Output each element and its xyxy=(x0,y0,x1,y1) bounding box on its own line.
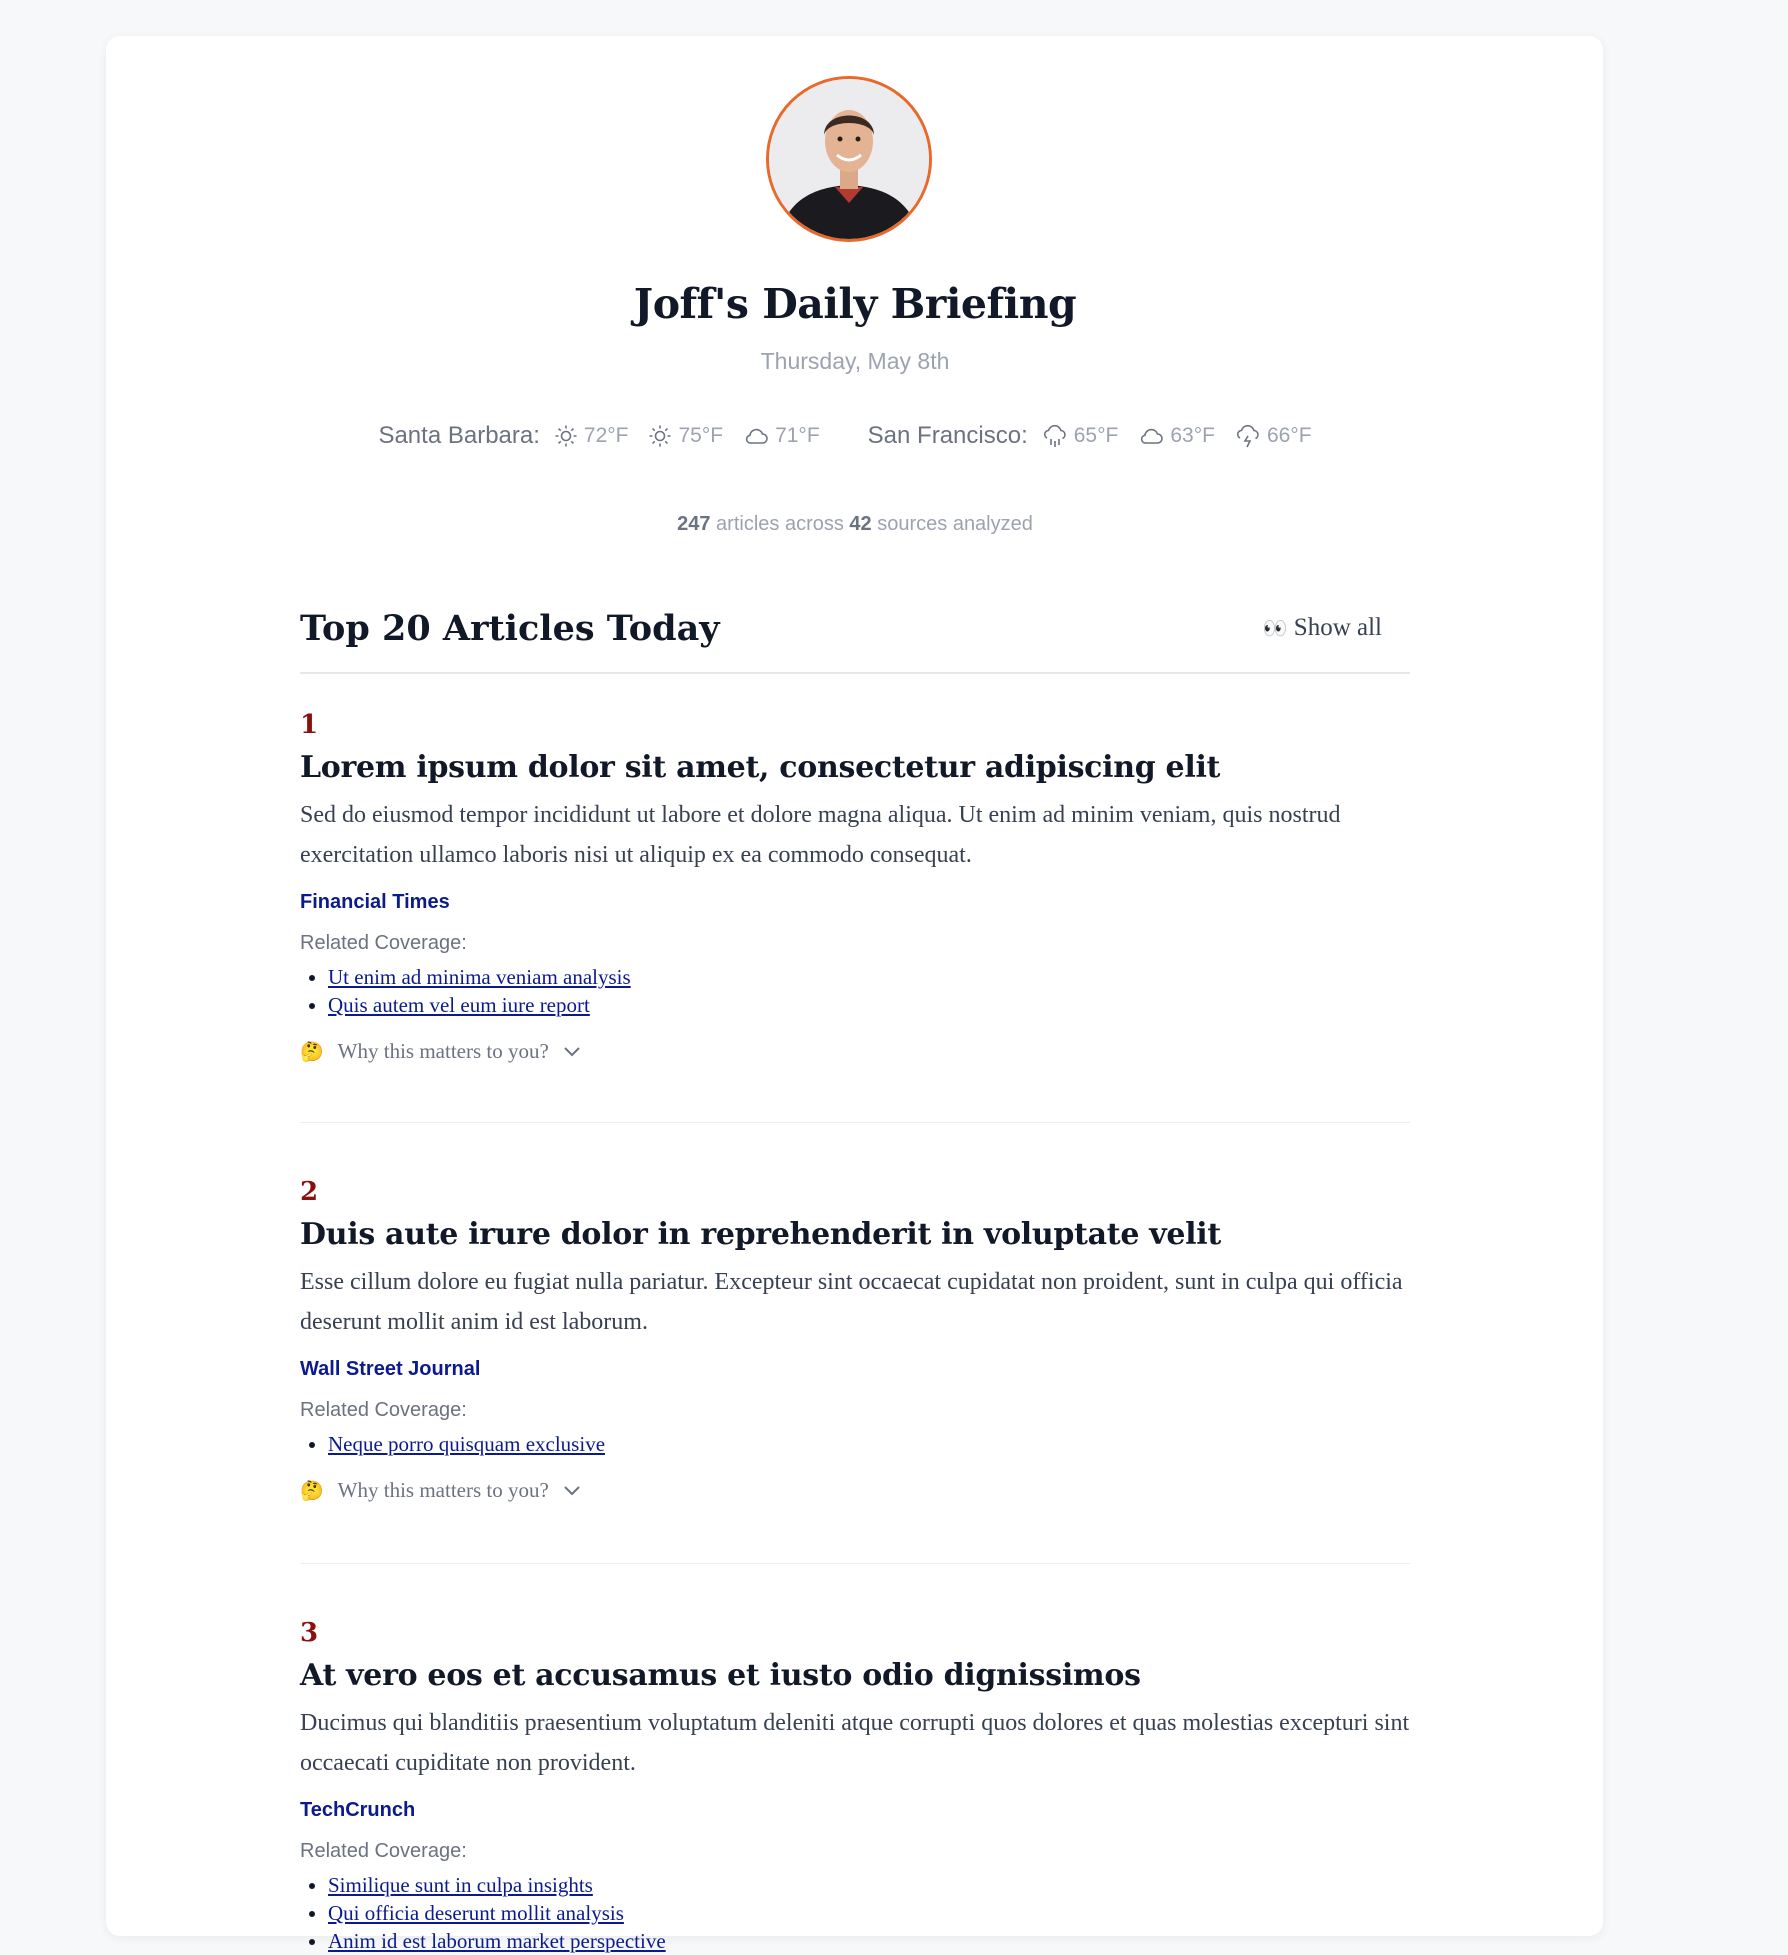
article-source-link[interactable]: TechCrunch xyxy=(300,1799,1410,1822)
related-coverage-label: Related Coverage: xyxy=(300,1840,467,1862)
related-coverage-list: Neque porro quisquam exclusive xyxy=(300,1430,1410,1458)
weather-temp: 71°F xyxy=(775,424,820,447)
chevron-down-icon xyxy=(564,1046,580,1056)
avatar xyxy=(766,76,932,242)
avatar-photo xyxy=(769,79,929,239)
page-title: Joff's Daily Briefing xyxy=(633,280,1077,328)
thinking-face-icon: 🤔 xyxy=(300,1041,324,1063)
article-source-link[interactable]: Wall Street Journal xyxy=(300,1358,1410,1381)
list-item: Quis autem vel eum iure report xyxy=(328,991,1410,1019)
show-all-label: Show all xyxy=(1293,614,1382,641)
weather-temp: 66°F xyxy=(1266,424,1312,447)
cloud-icon xyxy=(1141,428,1164,444)
related-coverage-label: Related Coverage: xyxy=(300,1399,467,1421)
weather-bar: Santa Barbara: 72°F 75°F 71°F San Franci xyxy=(300,422,1410,450)
weather-forecast: 66°F xyxy=(1235,423,1312,449)
sources-count: 42 xyxy=(849,513,872,535)
related-link[interactable]: Anim id est laborum market perspective xyxy=(328,1929,666,1953)
sun-icon xyxy=(649,425,671,447)
storm-cloud-icon xyxy=(1236,424,1259,448)
article-rank: 2 xyxy=(300,1177,319,1207)
list-item: Ut enim ad minima veniam analysis xyxy=(328,963,1410,991)
weather-forecast: 75°F xyxy=(648,424,723,448)
analysis-stats: 247 articles across 42 sources analyzed xyxy=(300,513,1410,536)
chevron-down-icon xyxy=(564,1485,580,1495)
why-matters-label: Why this matters to you? xyxy=(337,1478,549,1502)
related-coverage-list: Similique sunt in culpa insights Qui off… xyxy=(300,1871,1410,1955)
article-item: 2 Duis aute irure dolor in reprehenderit… xyxy=(300,1177,1410,1564)
section-title: Top 20 Articles Today xyxy=(300,608,720,649)
article-rank: 3 xyxy=(300,1618,319,1648)
related-link[interactable]: Quis autem vel eum iure report xyxy=(328,993,590,1017)
list-item: Qui officia deserunt mollit analysis xyxy=(328,1899,1410,1927)
article-item: 1 Lorem ipsum dolor sit amet, consectetu… xyxy=(300,710,1410,1123)
article-headline[interactable]: Lorem ipsum dolor sit amet, consectetur … xyxy=(300,750,1410,785)
thinking-face-icon: 🤔 xyxy=(300,1480,324,1502)
cloud-icon xyxy=(746,428,768,444)
weather-city-label: Santa Barbara: xyxy=(378,422,540,449)
weather-temp: 75°F xyxy=(678,424,724,447)
article-summary: Sed do eiusmod tempor incididunt ut labo… xyxy=(300,802,1341,868)
briefing-card: Joff's Daily Briefing Thursday, May 8th … xyxy=(106,36,1603,1953)
list-item: Neque porro quisquam exclusive xyxy=(328,1430,1410,1458)
related-coverage-label: Related Coverage: xyxy=(300,932,467,954)
articles-count: 247 xyxy=(677,513,711,535)
why-matters-label: Why this matters to you? xyxy=(337,1039,549,1063)
eyes-icon: 👀 xyxy=(1262,618,1288,640)
article-headline[interactable]: Duis aute irure dolor in reprehenderit i… xyxy=(300,1217,1410,1252)
why-matters-toggle[interactable]: 🤔 Why this matters to you? xyxy=(300,1039,1410,1064)
weather-forecast: 71°F xyxy=(743,424,820,448)
why-matters-toggle[interactable]: 🤔 Why this matters to you? xyxy=(300,1478,1410,1503)
weather-city-label: San Francisco: xyxy=(867,422,1028,449)
related-link[interactable]: Similique sunt in culpa insights xyxy=(328,1873,593,1897)
weather-forecast: 63°F xyxy=(1138,424,1215,448)
weather-forecast: 65°F xyxy=(1042,423,1119,449)
article-item: 3 At vero eos et accusamus et iusto odio… xyxy=(300,1618,1410,1953)
sources-text: sources analyzed xyxy=(871,513,1033,535)
weather-temp: 65°F xyxy=(1073,424,1119,447)
briefing-date: Thursday, May 8th xyxy=(760,348,950,374)
rain-cloud-icon xyxy=(1043,424,1066,447)
articles-text: articles across xyxy=(710,513,850,535)
article-source-link[interactable]: Financial Times xyxy=(300,891,1410,914)
list-item: Similique sunt in culpa insights xyxy=(328,1871,1410,1899)
article-summary: Ducimus qui blanditiis praesentium volup… xyxy=(300,1710,1410,1776)
sun-icon xyxy=(555,425,577,447)
weather-temp: 72°F xyxy=(583,424,629,447)
related-coverage-list: Ut enim ad minima veniam analysis Quis a… xyxy=(300,963,1410,1019)
related-link[interactable]: Qui officia deserunt mollit analysis xyxy=(328,1901,624,1925)
list-item: Anim id est laborum market perspective xyxy=(328,1927,1410,1955)
article-headline[interactable]: At vero eos et accusamus et iusto odio d… xyxy=(300,1658,1410,1693)
article-rank: 1 xyxy=(300,710,319,740)
article-summary: Esse cillum dolore eu fugiat nulla paria… xyxy=(300,1269,1403,1335)
related-link[interactable]: Ut enim ad minima veniam analysis xyxy=(328,965,631,989)
section-header: Top 20 Articles Today 👀 Show all xyxy=(300,604,1410,674)
show-all-button[interactable]: 👀 Show all xyxy=(1263,614,1382,642)
related-link[interactable]: Neque porro quisquam exclusive xyxy=(328,1432,605,1456)
weather-forecast: 72°F xyxy=(554,424,629,448)
weather-temp: 63°F xyxy=(1170,424,1215,447)
